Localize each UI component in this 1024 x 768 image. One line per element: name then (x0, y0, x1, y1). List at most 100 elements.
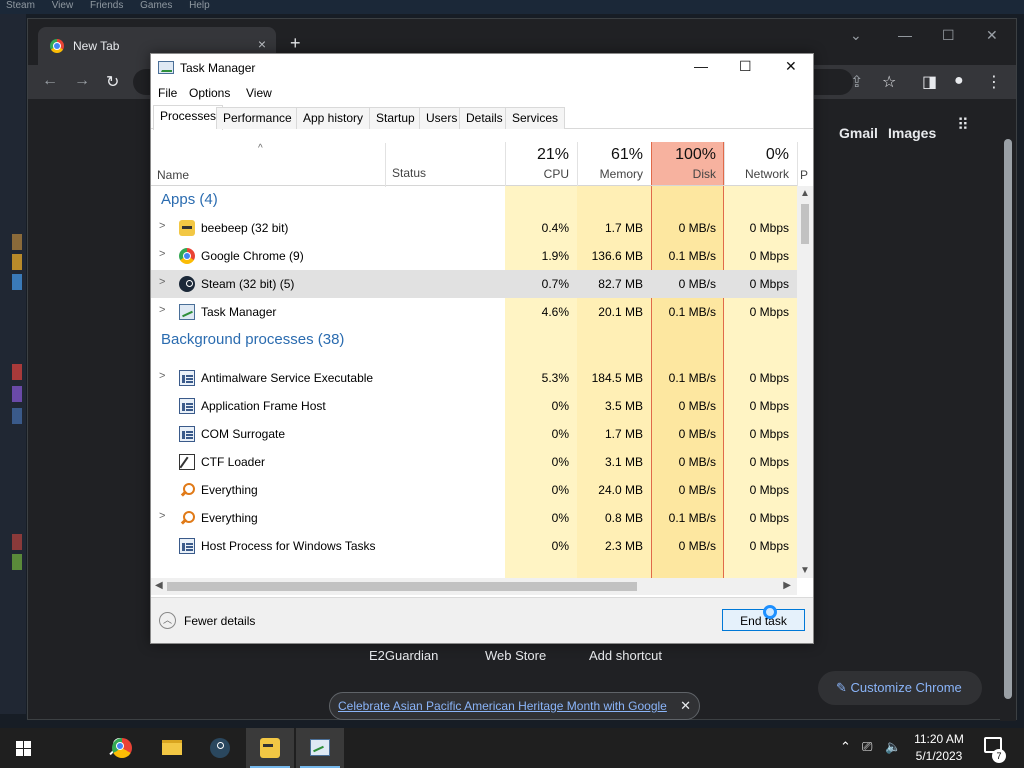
column-header-cpu[interactable]: 21% CPU (505, 142, 577, 186)
images-link[interactable]: Images (888, 125, 936, 141)
column-header-network[interactable]: 0% Network (724, 142, 797, 186)
column-header-disk[interactable]: 100% Disk (651, 142, 724, 186)
tab-users[interactable]: Users (419, 107, 465, 129)
table-row[interactable]: Host Process for Windows Tasks 0% 2.3 MB… (151, 532, 797, 560)
collapse-chevron-icon[interactable]: ︿ (159, 612, 176, 629)
menu-view[interactable]: View (246, 86, 272, 100)
task-manager-titlebar[interactable]: Task Manager — ☐ ✕ (151, 54, 813, 82)
minimize-icon[interactable]: — (694, 58, 708, 74)
tab-close-icon[interactable]: × (258, 36, 266, 52)
customize-chrome-button[interactable]: ✎ Customize Chrome (818, 671, 982, 705)
start-button[interactable] (0, 728, 48, 768)
table-row[interactable]: Everything 0% 24.0 MB 0 MB/s 0 Mbps (151, 476, 797, 504)
maximize-icon[interactable]: ☐ (739, 58, 752, 75)
shortcut-web-store[interactable]: Web Store (485, 648, 546, 663)
table-row-selected[interactable]: > Steam (32 bit) (5) 0.7% 82.7 MB 0 MB/s… (151, 270, 797, 298)
column-header-memory[interactable]: 61% Memory (577, 142, 651, 186)
close-icon[interactable]: ✕ (986, 27, 998, 44)
bookmark-star-icon[interactable]: ☆ (882, 72, 896, 92)
tab-performance[interactable]: Performance (216, 107, 299, 129)
side-panel-icon[interactable]: ◨ (922, 72, 937, 92)
share-icon[interactable]: ⇪ (850, 72, 863, 92)
steam-menu-view[interactable]: View (52, 0, 74, 11)
steam-menu-steam[interactable]: Steam (6, 0, 35, 11)
game-thumbnail[interactable] (12, 234, 22, 250)
promo-close-icon[interactable]: ✕ (680, 698, 691, 714)
close-icon[interactable]: ✕ (785, 58, 797, 75)
scroll-up-icon[interactable]: ▲ (800, 188, 810, 199)
tab-startup[interactable]: Startup (369, 107, 422, 129)
gmail-link[interactable]: Gmail (839, 125, 878, 141)
table-row[interactable]: Application Frame Host 0% 3.5 MB 0 MB/s … (151, 392, 797, 420)
table-row[interactable]: > Google Chrome (9) 1.9% 136.6 MB 0.1 MB… (151, 242, 797, 270)
table-row[interactable]: COM Surrogate 0% 1.7 MB 0 MB/s 0 Mbps (151, 420, 797, 448)
forward-icon[interactable]: → (74, 72, 90, 90)
table-row[interactable]: > Task Manager 4.6% 20.1 MB 0.1 MB/s 0 M… (151, 298, 797, 326)
table-row[interactable]: > Everything 0% 0.8 MB 0.1 MB/s 0 Mbps (151, 504, 797, 532)
search-button[interactable] (48, 728, 126, 768)
menu-file[interactable]: File (158, 86, 177, 100)
column-header-status[interactable]: Status (385, 143, 505, 187)
taskbar-chrome[interactable] (98, 728, 146, 768)
game-thumbnail[interactable] (12, 408, 22, 424)
page-scrollbar[interactable] (1000, 99, 1016, 721)
tab-processes[interactable]: Processes (153, 105, 224, 130)
scroll-thumb[interactable] (801, 204, 809, 244)
menu-icon[interactable]: ⋮ (986, 72, 1002, 92)
horizontal-scrollbar[interactable]: ◀ ▶ (151, 578, 797, 595)
game-thumbnail[interactable] (12, 254, 22, 270)
system-clock[interactable]: 11:20 AM 5/1/2023 (906, 731, 972, 765)
table-row[interactable]: CTF Loader 0% 3.1 MB 0 MB/s 0 Mbps (151, 448, 797, 476)
steam-menu-games[interactable]: Games (140, 0, 172, 11)
tab-app-history[interactable]: App history (296, 107, 371, 129)
scroll-thumb[interactable] (1004, 139, 1012, 699)
reload-icon[interactable]: ↻ (106, 72, 119, 92)
game-thumbnail[interactable] (12, 534, 22, 550)
back-icon[interactable]: ← (42, 72, 58, 90)
scroll-left-icon[interactable]: ◀ (155, 580, 163, 591)
steam-menu-friends[interactable]: Friends (90, 0, 123, 11)
column-header-power[interactable]: P (797, 142, 813, 186)
taskbar-beebeep[interactable] (246, 728, 294, 768)
tab-search-icon[interactable]: ⌄ (850, 27, 862, 44)
tab-details[interactable]: Details (459, 107, 510, 129)
expand-chevron-icon[interactable]: > (159, 304, 165, 316)
table-row[interactable]: > beebeep (32 bit) 0.4% 1.7 MB 0 MB/s 0 … (151, 214, 797, 242)
taskbar-file-explorer[interactable] (148, 728, 196, 768)
disk-total: 100% (675, 146, 716, 163)
expand-chevron-icon[interactable]: > (159, 510, 165, 522)
vertical-scrollbar[interactable]: ▲ ▼ (797, 186, 813, 578)
network-icon[interactable]: ⎚ (862, 739, 872, 755)
new-tab-button[interactable]: + (290, 33, 301, 54)
game-thumbnail[interactable] (12, 364, 22, 380)
maximize-icon[interactable]: ☐ (942, 27, 955, 44)
menu-options[interactable]: Options (189, 86, 230, 100)
shortcut-add[interactable]: Add shortcut (589, 648, 662, 663)
scroll-thumb[interactable] (167, 582, 637, 591)
minimize-icon[interactable]: — (898, 27, 912, 43)
scroll-down-icon[interactable]: ▼ (800, 565, 810, 576)
expand-chevron-icon[interactable]: > (159, 220, 165, 232)
profile-icon[interactable]: ● (954, 72, 964, 90)
fewer-details-link[interactable]: Fewer details (184, 614, 255, 628)
volume-icon[interactable]: 🔈 (885, 739, 901, 755)
expand-chevron-icon[interactable]: > (159, 370, 165, 382)
google-apps-icon[interactable]: ⠿ (957, 118, 969, 134)
expand-chevron-icon[interactable]: > (159, 276, 165, 288)
network-value: 0 Mbps (749, 455, 789, 469)
scroll-right-icon[interactable]: ▶ (783, 580, 791, 591)
game-thumbnail[interactable] (12, 274, 22, 290)
shortcut-e2guardian[interactable]: E2Guardian (369, 648, 438, 663)
promo-banner: Celebrate Asian Pacific American Heritag… (329, 692, 700, 720)
taskbar-task-manager[interactable] (296, 728, 344, 768)
show-hidden-icons-icon[interactable]: ⌃ (840, 739, 851, 755)
column-header-name[interactable]: Name (157, 168, 189, 182)
game-thumbnail[interactable] (12, 554, 22, 570)
steam-menu-help[interactable]: Help (189, 0, 210, 11)
promo-link[interactable]: Celebrate Asian Pacific American Heritag… (338, 699, 667, 713)
table-row[interactable]: > Antimalware Service Executable 5.3% 18… (151, 364, 797, 392)
expand-chevron-icon[interactable]: > (159, 248, 165, 260)
game-thumbnail[interactable] (12, 386, 22, 402)
tab-services[interactable]: Services (505, 107, 566, 129)
taskbar-steam[interactable] (196, 728, 244, 768)
